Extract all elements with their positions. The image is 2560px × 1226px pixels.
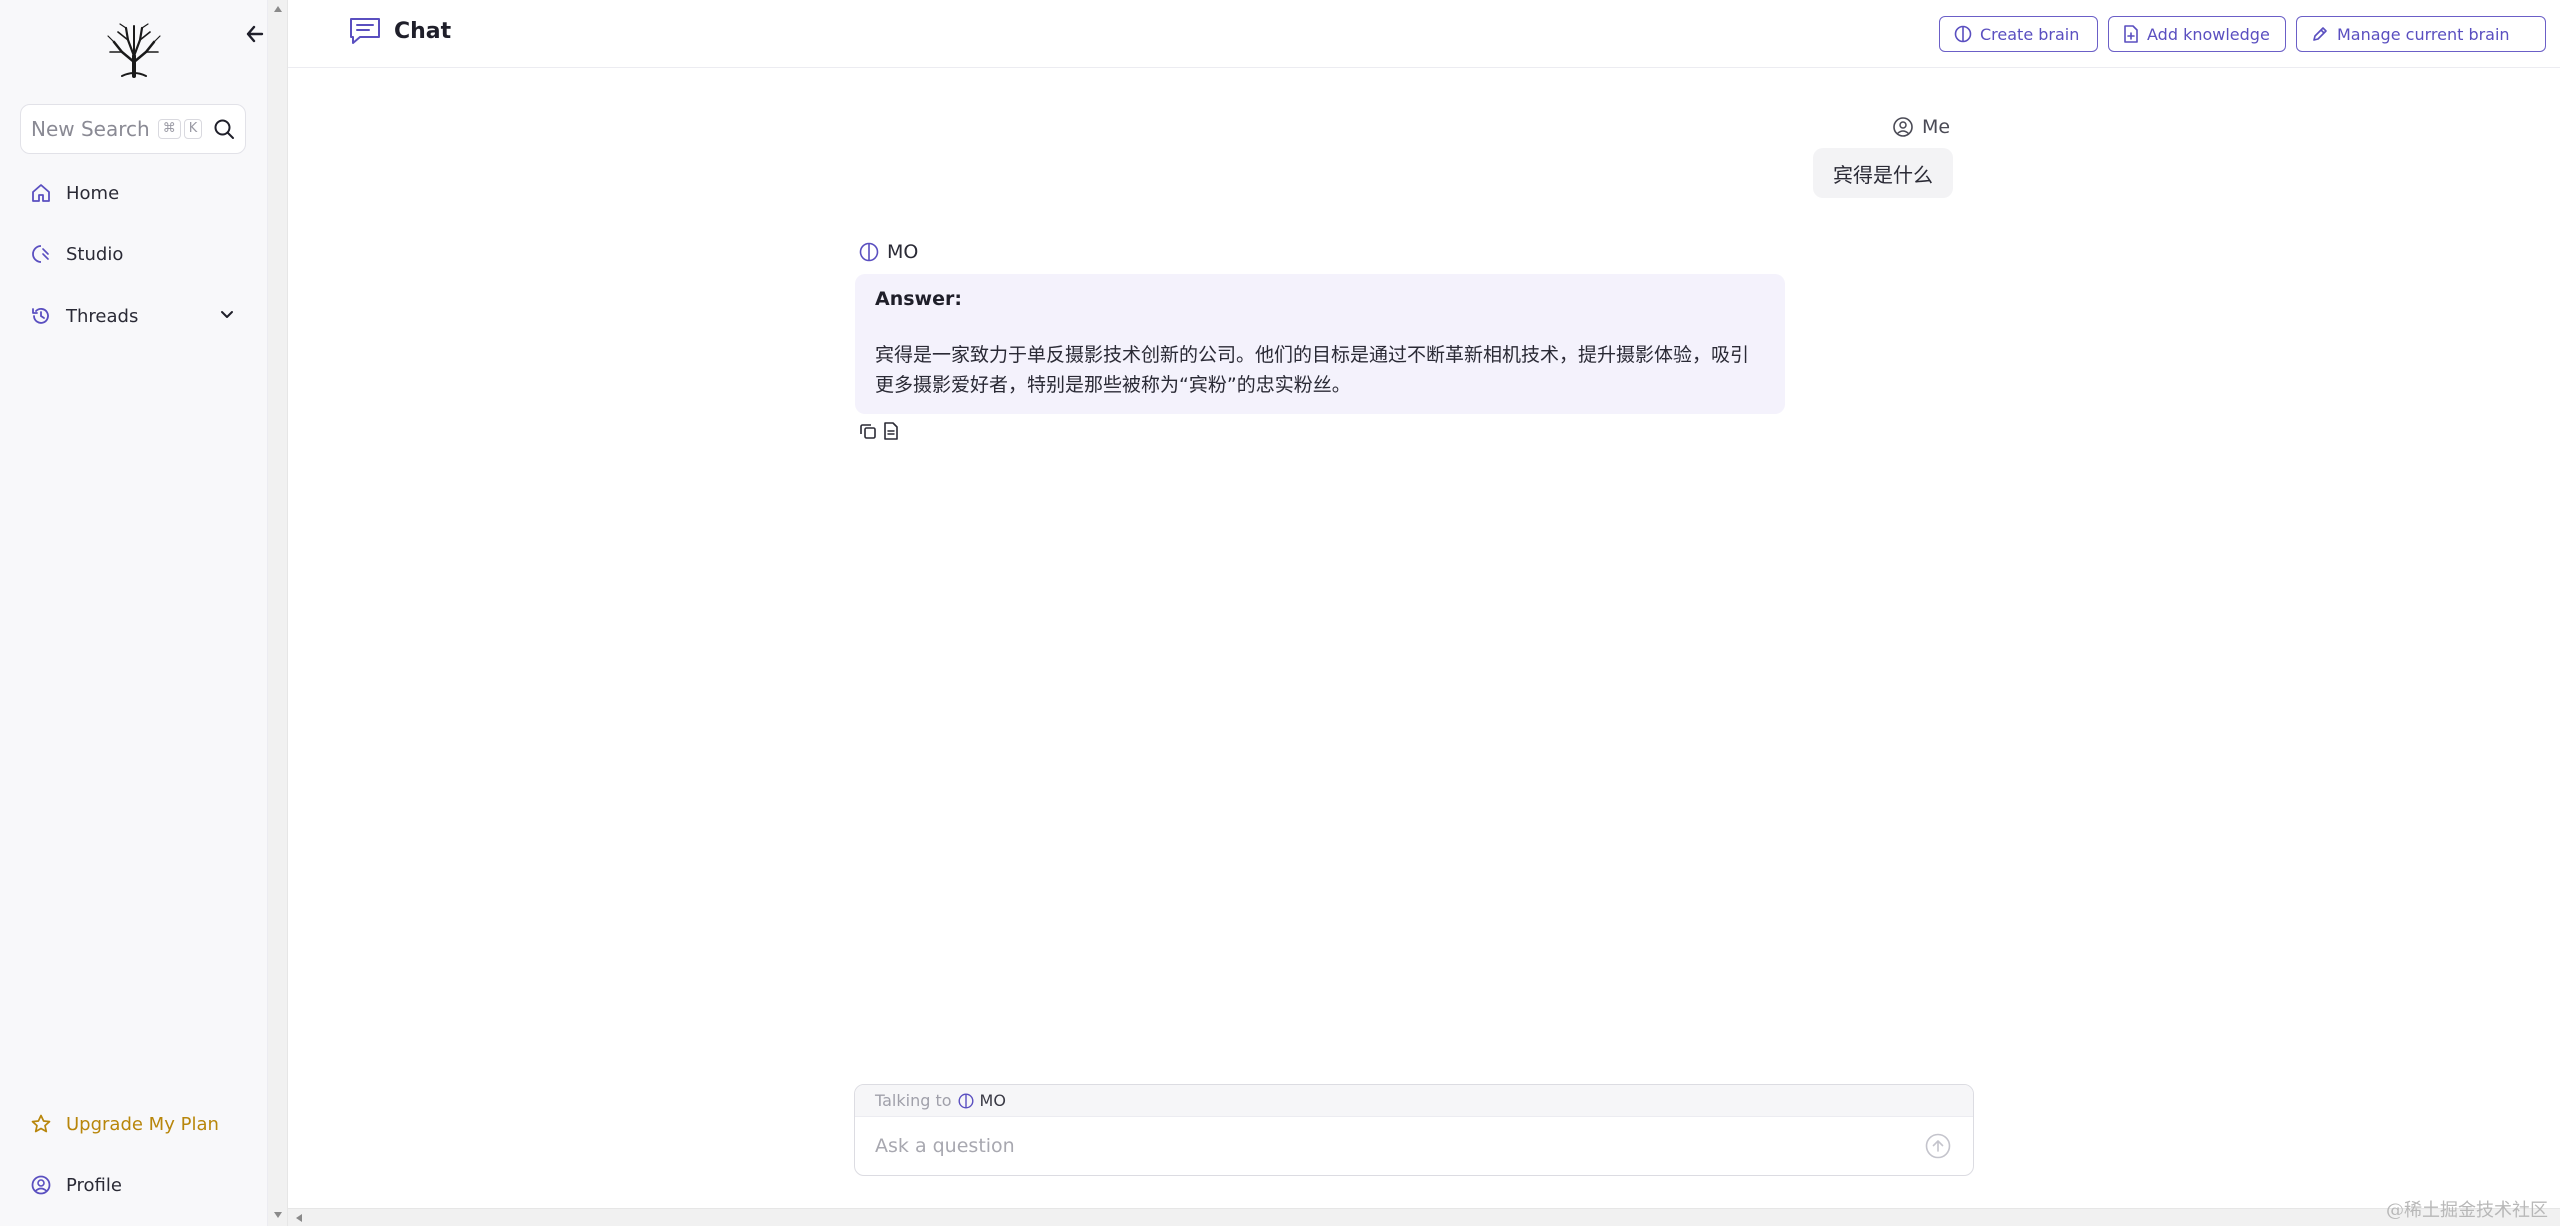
file-plus-icon bbox=[2124, 25, 2138, 43]
talking-to-label: Talking to bbox=[875, 1091, 952, 1110]
pencil-icon bbox=[2313, 27, 2327, 41]
sidebar-item-profile[interactable]: Profile bbox=[30, 1167, 122, 1203]
sidebar-scrollbar[interactable] bbox=[268, 0, 288, 1226]
user-message-author: Me bbox=[1892, 116, 1950, 138]
manage-current-brain-button[interactable]: Manage current brain bbox=[2296, 16, 2546, 52]
assistant-message-bubble: Answer: 宾得是一家致力于单反摄影技术创新的公司。他们的目标是通过不断革新… bbox=[855, 274, 1785, 414]
watermark: @稀土掘金技术社区 bbox=[2386, 1200, 2548, 1221]
scroll-down-icon[interactable] bbox=[274, 1212, 282, 1218]
tree-logo-icon[interactable] bbox=[104, 22, 164, 78]
document-icon[interactable] bbox=[883, 422, 899, 440]
sidebar: New Search ⌘ K Home Studio Threads Upgra… bbox=[0, 0, 272, 1226]
copy-icon[interactable] bbox=[859, 422, 877, 440]
page-title: Chat bbox=[348, 16, 451, 46]
chat-input-box: Talking to MO bbox=[854, 1084, 1974, 1176]
message-actions bbox=[859, 422, 899, 440]
sidebar-item-home[interactable]: Home bbox=[30, 175, 119, 211]
user-circle-icon bbox=[1893, 117, 1913, 137]
answer-label: Answer: bbox=[875, 288, 962, 310]
user-name: Me bbox=[1922, 116, 1951, 138]
answer-text: 宾得是一家致力于单反摄影技术创新的公司。他们的目标是通过不断革新相机技术，提升摄… bbox=[875, 344, 1750, 396]
star-icon bbox=[31, 1114, 51, 1133]
add-knowledge-button[interactable]: Add knowledge bbox=[2108, 16, 2286, 52]
create-brain-button[interactable]: Create brain bbox=[1939, 16, 2098, 52]
sidebar-item-label: Profile bbox=[66, 1174, 122, 1196]
manage-current-brain-label: Manage current brain bbox=[2337, 24, 2510, 44]
page-title-text: Chat bbox=[394, 18, 452, 44]
brain-icon bbox=[859, 242, 879, 262]
new-search-label: New Search bbox=[31, 117, 150, 141]
user-message-bubble: 宾得是什么 bbox=[1813, 148, 1953, 198]
ask-row bbox=[855, 1117, 1973, 1175]
assistant-message-author: MO bbox=[859, 241, 918, 263]
page-header: Chat Create brain Add knowledge Manage c… bbox=[288, 0, 2560, 68]
add-knowledge-label: Add knowledge bbox=[2147, 24, 2270, 44]
assistant-name: MO bbox=[887, 241, 919, 263]
sidebar-item-label: Home bbox=[66, 182, 120, 204]
horizontal-scrollbar[interactable] bbox=[288, 1208, 2560, 1226]
sidebar-item-label: Threads bbox=[66, 305, 139, 327]
ask-question-input[interactable] bbox=[875, 1135, 1875, 1157]
create-brain-label: Create brain bbox=[1980, 24, 2080, 44]
scroll-left-icon[interactable] bbox=[296, 1214, 302, 1222]
home-icon bbox=[32, 184, 50, 202]
shortcut-k-key: K bbox=[183, 119, 203, 139]
talking-to-bar: Talking to MO bbox=[855, 1085, 1973, 1117]
new-search-button[interactable]: New Search ⌘ K bbox=[20, 104, 246, 154]
user-circle-icon bbox=[31, 1175, 51, 1195]
sidebar-item-studio[interactable]: Studio bbox=[30, 236, 123, 272]
scroll-up-icon[interactable] bbox=[274, 6, 282, 12]
brain-icon bbox=[1954, 25, 1972, 43]
chevron-down-icon[interactable] bbox=[218, 305, 236, 328]
brain-studio-icon bbox=[32, 245, 49, 263]
search-icon bbox=[213, 118, 235, 140]
sidebar-item-threads[interactable]: Threads bbox=[30, 298, 236, 334]
brain-icon bbox=[958, 1092, 974, 1109]
history-icon bbox=[32, 308, 49, 324]
current-brain-name[interactable]: MO bbox=[980, 1091, 1006, 1110]
sidebar-item-label: Studio bbox=[66, 243, 124, 265]
send-icon[interactable] bbox=[1925, 1133, 1951, 1159]
shortcut-cmd-key: ⌘ bbox=[157, 119, 181, 139]
chat-bubble-icon bbox=[350, 18, 380, 44]
sidebar-item-label: Upgrade My Plan bbox=[66, 1113, 219, 1135]
sidebar-item-upgrade-plan[interactable]: Upgrade My Plan bbox=[30, 1106, 219, 1142]
